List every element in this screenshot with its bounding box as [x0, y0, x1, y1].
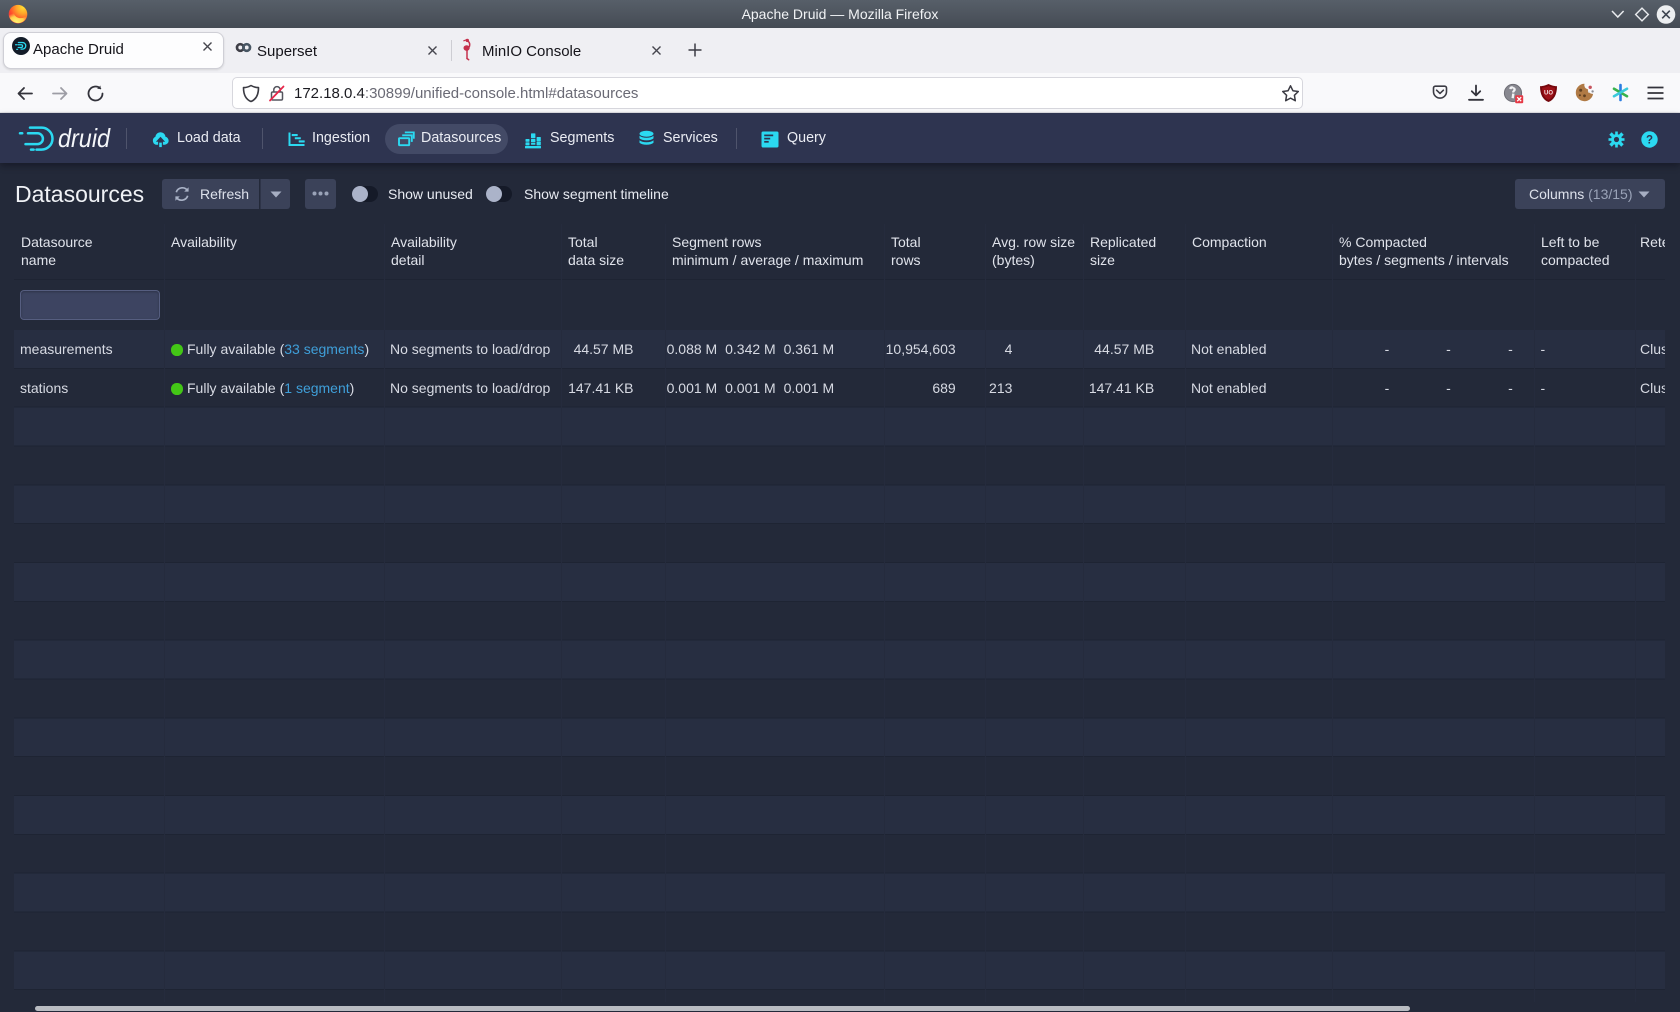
svg-text:UO: UO: [1544, 91, 1553, 97]
svg-text:?: ?: [1646, 134, 1653, 146]
